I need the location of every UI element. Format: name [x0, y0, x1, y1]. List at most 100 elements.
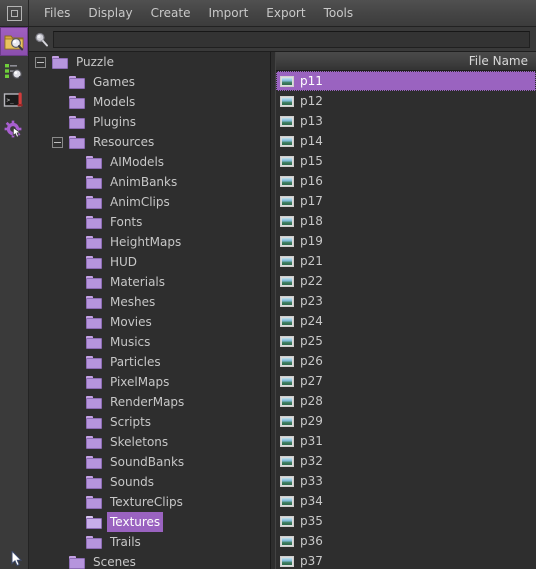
image-thumbnail-icon: [280, 555, 294, 567]
tree-item-textureclips[interactable]: TextureClips: [29, 492, 270, 512]
tree-item-materials[interactable]: Materials: [29, 272, 270, 292]
file-list-row[interactable]: p33: [276, 471, 536, 491]
tree-item-rendermaps[interactable]: RenderMaps: [29, 392, 270, 412]
file-name-label: p17: [300, 194, 323, 208]
file-list-row[interactable]: p31: [276, 431, 536, 451]
tree-item-puzzle[interactable]: Puzzle: [29, 52, 270, 72]
tree-item-label: RenderMaps: [110, 395, 185, 409]
file-name-column-header[interactable]: File Name: [276, 52, 536, 71]
file-list-row[interactable]: p14: [276, 131, 536, 151]
menu-item-import[interactable]: Import: [199, 0, 257, 26]
image-thumbnail-icon: [280, 215, 294, 227]
file-name-label: p24: [300, 314, 323, 328]
search-input[interactable]: [53, 30, 530, 48]
menu-item-export[interactable]: Export: [257, 0, 314, 26]
image-thumbnail-icon: [280, 95, 294, 107]
tree-item-label: SoundBanks: [110, 455, 185, 469]
tree-collapse-toggle[interactable]: [52, 136, 63, 148]
file-list-row[interactable]: p37: [276, 551, 536, 569]
file-name-label: p27: [300, 374, 323, 388]
tree-item-pixelmaps[interactable]: PixelMaps: [29, 372, 270, 392]
tree-twisty-spacer: [69, 537, 80, 548]
file-list-row[interactable]: p26: [276, 351, 536, 371]
image-thumbnail-icon: [280, 115, 294, 127]
tree-item-games[interactable]: Games: [29, 72, 270, 92]
asset-browser-tool-button[interactable]: [0, 27, 28, 56]
tree-item-aimodels[interactable]: AIModels: [29, 152, 270, 172]
file-list-row[interactable]: p23: [276, 291, 536, 311]
tree-item-animclips[interactable]: AnimClips: [29, 192, 270, 212]
menu-item-files[interactable]: Files: [35, 0, 79, 26]
tree-item-textures[interactable]: Textures: [29, 512, 270, 532]
tree-twisty-spacer: [69, 277, 80, 288]
image-thumbnail-icon: [280, 495, 294, 507]
file-name-label: p14: [300, 134, 323, 148]
file-list-row[interactable]: p13: [276, 111, 536, 131]
file-list-row[interactable]: p15: [276, 151, 536, 171]
tree-twisty-spacer: [69, 517, 80, 528]
tree-item-hud[interactable]: HUD: [29, 252, 270, 272]
tree-item-musics[interactable]: Musics: [29, 332, 270, 352]
tree-item-meshes[interactable]: Meshes: [29, 292, 270, 312]
tree-item-models[interactable]: Models: [29, 92, 270, 112]
file-list-row[interactable]: p18: [276, 211, 536, 231]
tree-twisty-spacer: [69, 157, 80, 168]
file-list-row[interactable]: p25: [276, 331, 536, 351]
file-list-row[interactable]: p16: [276, 171, 536, 191]
menu-item-create[interactable]: Create: [142, 0, 200, 26]
file-list-row[interactable]: p35: [276, 511, 536, 531]
file-list-row[interactable]: p17: [276, 191, 536, 211]
folder-tree: Puzzle Games Models Plugins Resources AIModel…: [29, 52, 270, 569]
tree-item-resources[interactable]: Resources: [29, 132, 270, 152]
file-list-row[interactable]: p21: [276, 251, 536, 271]
tree-item-particles[interactable]: Particles: [29, 352, 270, 372]
image-thumbnail-icon: [280, 535, 294, 547]
folder-icon: [86, 175, 102, 189]
tree-item-label: PixelMaps: [110, 375, 170, 389]
file-list-row[interactable]: p28: [276, 391, 536, 411]
image-thumbnail-icon: [280, 415, 294, 427]
file-list-row[interactable]: p22: [276, 271, 536, 291]
file-list-row[interactable]: p29: [276, 411, 536, 431]
file-list-row[interactable]: p11: [276, 71, 536, 91]
tree-item-movies[interactable]: Movies: [29, 312, 270, 332]
tree-item-fonts[interactable]: Fonts: [29, 212, 270, 232]
folder-icon: [86, 235, 102, 249]
tree-item-animbanks[interactable]: AnimBanks: [29, 172, 270, 192]
image-thumbnail-icon: [280, 515, 294, 527]
asset-browser-window: FilesDisplayCreateImportExportTools: [0, 0, 536, 569]
file-list-panel[interactable]: File Name p11 p12 p13 p14 p15 p16 p17 p18 p19 p21…: [276, 52, 536, 569]
tree-item-scenes[interactable]: Scenes: [29, 552, 270, 569]
tree-item-scripts[interactable]: Scripts: [29, 412, 270, 432]
file-list-row[interactable]: p32: [276, 451, 536, 471]
tree-item-label: Musics: [110, 335, 151, 349]
tree-item-label: HeightMaps: [110, 235, 182, 249]
tree-item-label: Puzzle: [76, 55, 114, 69]
settings-tool-button[interactable]: [0, 114, 28, 143]
console-tool-button[interactable]: >_: [0, 85, 28, 114]
tree-item-label: Scripts: [110, 415, 152, 429]
file-name-label: p22: [300, 274, 323, 288]
inspector-tool-button[interactable]: [0, 56, 28, 85]
file-list-row[interactable]: p36: [276, 531, 536, 551]
tree-item-sounds[interactable]: Sounds: [29, 472, 270, 492]
image-thumbnail-icon: [280, 355, 294, 367]
tree-twisty-spacer: [69, 417, 80, 428]
tree-collapse-toggle[interactable]: [35, 56, 46, 68]
file-list-row[interactable]: p12: [276, 91, 536, 111]
tree-item-soundbanks[interactable]: SoundBanks: [29, 452, 270, 472]
file-list-row[interactable]: p19: [276, 231, 536, 251]
folder-tree-panel[interactable]: Puzzle Games Models Plugins Resources AIModel…: [29, 52, 270, 569]
tree-item-heightmaps[interactable]: HeightMaps: [29, 232, 270, 252]
menu-item-display[interactable]: Display: [79, 0, 141, 26]
list-magnifier-icon: [5, 63, 24, 81]
tree-item-plugins[interactable]: Plugins: [29, 112, 270, 132]
tree-item-skeletons[interactable]: Skeletons: [29, 432, 270, 452]
tree-twisty-spacer: [69, 237, 80, 248]
menu-item-tools[interactable]: Tools: [315, 0, 363, 26]
file-list-row[interactable]: p34: [276, 491, 536, 511]
tree-twisty-spacer: [69, 337, 80, 348]
tree-item-trails[interactable]: Trails: [29, 532, 270, 552]
file-list-row[interactable]: p27: [276, 371, 536, 391]
file-list-row[interactable]: p24: [276, 311, 536, 331]
